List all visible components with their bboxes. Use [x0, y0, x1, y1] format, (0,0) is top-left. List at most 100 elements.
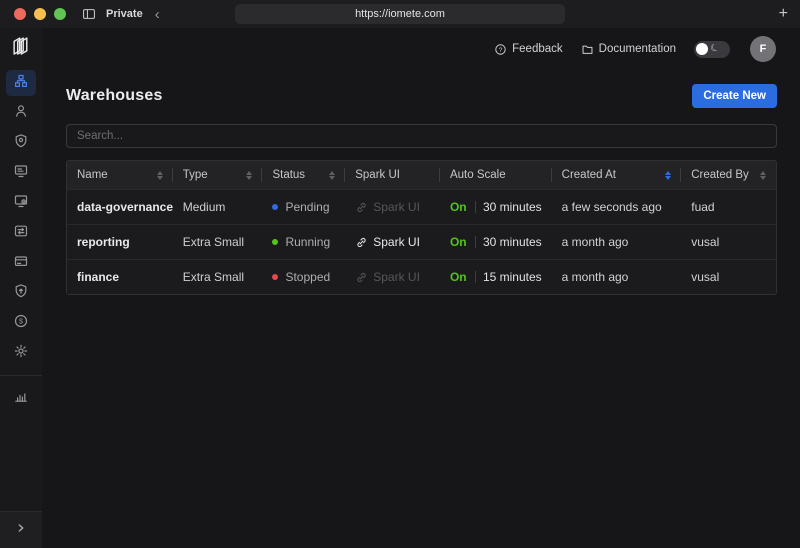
table-row[interactable]: finance Extra Small Stopped Spark UI On …: [67, 259, 776, 294]
warehouse-type: Medium: [182, 200, 226, 214]
status-label: Stopped: [285, 270, 331, 284]
spark-ui-label: Spark UI: [373, 235, 420, 249]
column-header-spark-ui: Spark UI: [345, 161, 440, 189]
column-header-created-at[interactable]: Created At: [552, 161, 682, 189]
auto-scale-state: On: [449, 235, 467, 249]
column-label: Created By: [691, 169, 749, 181]
sidebar-item-spark-jobs[interactable]: [6, 190, 36, 216]
users-icon: [13, 103, 29, 124]
auto-scale-interval[interactable]: 15 minutes: [483, 270, 542, 284]
warehouse-status: Stopped: [262, 270, 345, 284]
sidebar-item-access[interactable]: [6, 130, 36, 156]
traffic-lights: [14, 8, 66, 20]
table-row[interactable]: reporting Extra Small Running Spark UI O…: [67, 224, 776, 259]
theme-toggle[interactable]: ☾: [694, 40, 730, 58]
auto-scale-state: On: [449, 200, 467, 214]
warehouse-name: data-governance: [77, 200, 173, 214]
question-glyph: ?: [499, 46, 503, 53]
table-row[interactable]: data-governance Medium Pending Spark UI …: [67, 189, 776, 224]
feedback-label: Feedback: [512, 43, 563, 55]
spark-ui-link[interactable]: Spark UI: [355, 270, 420, 284]
sidebar-item-sql-editor[interactable]: [6, 160, 36, 186]
dollar-glyph: $: [19, 316, 23, 325]
close-button[interactable]: [14, 8, 26, 20]
column-header-name[interactable]: Name: [67, 161, 173, 189]
documentation-button[interactable]: Documentation: [581, 43, 676, 56]
sidebar-item-warehouses[interactable]: [6, 70, 36, 96]
sidebar-item-billing[interactable]: [6, 250, 36, 276]
moon-icon: ☾: [708, 41, 722, 56]
link-icon: [355, 201, 368, 214]
spark-jobs-icon: [13, 193, 29, 214]
sidebar-item-users[interactable]: [6, 100, 36, 126]
created-at: a few seconds ago: [561, 200, 662, 214]
link-icon: [355, 236, 368, 249]
column-label: Type: [182, 169, 208, 181]
sidebar-item-usage[interactable]: $: [6, 310, 36, 336]
column-header-created-by[interactable]: Created By: [681, 161, 776, 189]
column-label: Status: [272, 169, 306, 181]
iomete-logo: [10, 35, 32, 62]
avatar[interactable]: F: [750, 36, 776, 62]
status-dot: [272, 274, 279, 280]
auto-scale-interval[interactable]: 30 minutes: [483, 235, 542, 249]
chrome-left-controls: Private ‹: [82, 7, 162, 22]
search-input[interactable]: [66, 124, 777, 148]
sql-editor-icon: [13, 163, 29, 184]
sidebar-item-data-transfer[interactable]: [6, 220, 36, 246]
sidebar-item-settings[interactable]: [6, 340, 36, 366]
status-dot: [272, 204, 279, 210]
warehouses-icon: [13, 73, 29, 94]
spark-ui-link[interactable]: Spark UI: [355, 200, 420, 214]
data-transfer-icon: [13, 223, 29, 244]
warehouse-name: finance: [77, 270, 120, 284]
folder-icon: [581, 43, 594, 56]
warehouses-table: Name Type Status Spark UI Auto Scale Cre…: [66, 160, 777, 295]
sidebar-item-deploy[interactable]: [6, 280, 36, 306]
minimize-button[interactable]: [34, 8, 46, 20]
address-bar[interactable]: https://iomete.com: [235, 4, 565, 24]
private-label: Private: [106, 8, 143, 20]
sidebar-nav: $: [6, 70, 36, 366]
browser-chrome: Private ‹ https://iomete.com +: [0, 0, 800, 28]
created-by: vusal: [691, 235, 720, 249]
status-label: Running: [285, 235, 331, 249]
spark-ui-link[interactable]: Spark UI: [355, 235, 420, 249]
created-by: vusal: [691, 270, 720, 284]
sidebar-divider: [0, 375, 42, 376]
billing-card-icon: [13, 253, 29, 274]
column-header-type[interactable]: Type: [173, 161, 263, 189]
sidebar-panel-icon[interactable]: [82, 7, 96, 21]
question-circle-icon: ?: [494, 43, 507, 56]
auto-scale-interval[interactable]: 30 minutes: [483, 200, 542, 214]
sidebar-item-monitoring[interactable]: [6, 385, 36, 411]
documentation-label: Documentation: [598, 43, 676, 55]
link-icon: [355, 271, 368, 284]
sort-icon: [759, 170, 766, 180]
sidebar-collapse-button[interactable]: [0, 511, 42, 548]
column-header-status[interactable]: Status: [262, 161, 346, 189]
spark-ui-label: Spark UI: [373, 270, 420, 284]
zoom-button[interactable]: [54, 8, 66, 20]
column-label: Created At: [561, 169, 616, 181]
warehouse-status: Pending: [262, 200, 345, 214]
chevron-right-icon: [14, 521, 28, 540]
back-button[interactable]: ‹: [153, 7, 162, 22]
create-new-button[interactable]: Create New: [692, 84, 777, 108]
spark-ui-label: Spark UI: [373, 200, 420, 214]
new-tab-button[interactable]: +: [779, 6, 788, 22]
column-label: Spark UI: [355, 169, 400, 181]
warehouse-type: Extra Small: [182, 235, 245, 249]
settings-gear-icon: [13, 343, 29, 364]
column-label: Auto Scale: [449, 169, 506, 181]
page-content: Warehouses Create New Name Type: [42, 70, 800, 295]
main-area: ? Feedback Documentation ☾ F Warehouses …: [42, 28, 800, 548]
deploy-shield-icon: [13, 283, 29, 304]
warehouse-status: Running: [262, 235, 345, 249]
sort-icon: [156, 170, 163, 180]
monitoring-chart-icon: [13, 388, 29, 409]
warehouse-name: reporting: [77, 235, 130, 249]
created-by: fuad: [691, 200, 715, 214]
sort-icon: [329, 170, 336, 180]
feedback-button[interactable]: ? Feedback: [494, 43, 563, 56]
